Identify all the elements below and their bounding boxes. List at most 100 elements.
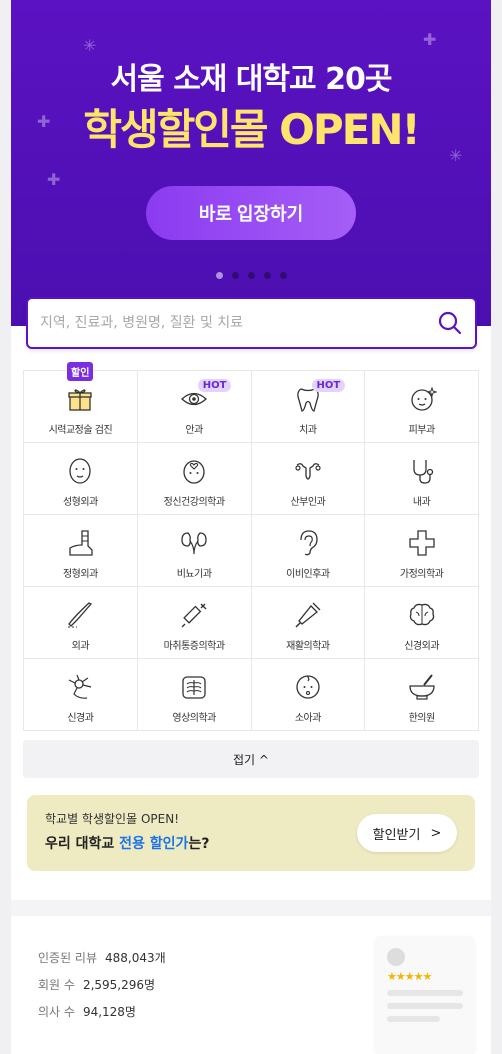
carousel-dot[interactable]	[279, 272, 287, 279]
xray-icon	[182, 676, 206, 699]
collapse-button[interactable]: 접기 ^	[23, 740, 479, 778]
uterus-icon	[295, 463, 321, 480]
category-orthopedics[interactable]: 정형외과	[24, 515, 138, 587]
search-icon[interactable]	[437, 310, 463, 336]
app-root: ✳ ✚ ✚ ✳ ✚ 서울 소재 대학교 20곳 학생할인몰 OPEN! 바로 입…	[11, 0, 491, 1054]
stats-list: 인증된 리뷰 488,043개 회원 수 2,595,296명 의사 수 94,128…	[38, 944, 166, 1025]
category-pediatrics[interactable]: 소아과	[251, 659, 366, 731]
ear-icon	[300, 530, 318, 556]
button-label: 할인받기	[372, 827, 421, 843]
category-anesthesiology[interactable]: 마취통증의학과	[137, 587, 252, 659]
category-label: 이비인후과	[286, 569, 330, 580]
brain-icon	[409, 603, 434, 626]
stat-value: 94,128명	[82, 1005, 136, 1019]
student-discount-promo[interactable]: 학교별 학생할인몰 OPEN! 우리 대학교 전용 할인가는? 할인받기 >	[27, 795, 475, 871]
face-icon	[69, 458, 92, 484]
stat-label: 의사 수	[38, 1005, 75, 1019]
category-neurosurgery[interactable]: 신경외과	[365, 587, 479, 659]
category-dermatology[interactable]: 피부과	[365, 371, 479, 443]
gift-icon	[68, 389, 93, 411]
category-urology[interactable]: 비뇨기과	[137, 515, 252, 587]
category-internal-medicine[interactable]: 내과	[365, 443, 479, 515]
stat-value: 488,043개	[105, 951, 166, 965]
category-label: 치과	[299, 425, 317, 436]
search-input[interactable]	[40, 315, 437, 331]
carousel-indicator	[11, 272, 491, 279]
section-divider	[11, 900, 491, 916]
review-card-illustration: ★★★★★	[375, 936, 475, 1054]
baby-icon	[296, 675, 320, 699]
promo-banner[interactable]: ✳ ✚ ✚ ✳ ✚ 서울 소재 대학교 20곳 학생할인몰 OPEN! 바로 입…	[11, 0, 491, 326]
carousel-dot[interactable]	[263, 272, 271, 279]
category-plastic-surgery[interactable]: 성형외과	[24, 443, 138, 515]
stat-label: 인증된 리뷰	[38, 951, 98, 965]
stat-label: 회원 수	[38, 978, 75, 992]
sparkle-icon: ✳	[83, 36, 97, 55]
category-neurology[interactable]: 신경과	[24, 659, 138, 731]
rating-stars: ★★★★★	[387, 970, 432, 983]
neuron-icon	[69, 674, 92, 699]
category-label: 한의원	[408, 713, 436, 724]
category-rehabilitation[interactable]: 재활의학과	[251, 587, 366, 659]
category-label: 영상의학과	[172, 713, 216, 724]
category-label: 정신건강의학과	[163, 497, 225, 508]
text-line	[387, 1016, 441, 1022]
category-ophthalmology[interactable]: HOT 안과	[137, 371, 252, 443]
cast-icon	[69, 530, 94, 556]
promo-text: 우리 대학교	[45, 836, 120, 852]
text-line	[387, 1003, 463, 1009]
text-line	[387, 990, 463, 996]
category-eye-exam[interactable]: 할인 시력교정술 검진	[24, 362, 138, 443]
category-label: 비뇨기과	[176, 569, 212, 580]
sale-badge: 할인	[67, 362, 94, 381]
category-surgery[interactable]: 외과	[24, 587, 138, 659]
avatar	[387, 948, 405, 966]
face-sparkle-icon	[410, 386, 437, 411]
carousel-dot[interactable]	[247, 272, 255, 279]
category-family-medicine[interactable]: 가정의학과	[365, 515, 479, 587]
carousel-dot[interactable]	[215, 272, 223, 279]
stat-members: 회원 수 2,595,296명	[38, 971, 166, 998]
category-dentistry[interactable]: HOT 치과	[251, 371, 366, 443]
kidney-icon	[181, 532, 207, 555]
category-label: 신경외과	[404, 641, 440, 652]
category-label: 성형외과	[62, 497, 98, 508]
stethoscope-icon	[412, 460, 433, 484]
carousel-dot[interactable]	[231, 272, 239, 279]
hot-badge: HOT	[197, 379, 232, 392]
category-label: 소아과	[294, 713, 322, 724]
category-label: 재활의학과	[286, 641, 330, 652]
chevron-right-icon: >	[430, 825, 442, 841]
get-discount-button[interactable]: 할인받기 >	[357, 814, 457, 852]
category-label: 정형외과	[62, 569, 98, 580]
mortar-icon	[408, 674, 435, 700]
cross-icon	[408, 530, 435, 556]
category-radiology[interactable]: 영상의학과	[137, 659, 252, 731]
sparkle-icon: ✚	[423, 30, 437, 49]
stat-reviews: 인증된 리뷰 488,043개	[38, 944, 166, 971]
banner-headline: 서울 소재 대학교 20곳	[110, 62, 393, 97]
stat-doctors: 의사 수 94,128명	[38, 998, 166, 1025]
category-oriental-medicine[interactable]: 한의원	[365, 659, 479, 731]
sparkle-icon: ✚	[47, 170, 61, 189]
enter-now-button[interactable]: 바로 입장하기	[146, 186, 356, 240]
category-label: 외과	[71, 641, 90, 652]
head-heart-icon	[183, 460, 205, 484]
category-label: 산부인과	[290, 497, 326, 508]
promo-highlight: 전용 할인가	[119, 836, 189, 852]
category-psychiatry[interactable]: 정신건강의학과	[137, 443, 252, 515]
hot-badge: HOT	[311, 379, 346, 392]
search-bar[interactable]	[26, 297, 477, 349]
promo-text: 는?	[188, 836, 210, 852]
category-label: 신경과	[67, 713, 94, 724]
category-label: 시력교정술 검진	[48, 425, 113, 436]
category-label: 피부과	[408, 425, 436, 436]
category-label: 마취통증의학과	[163, 641, 225, 652]
category-ent[interactable]: 이비인후과	[251, 515, 366, 587]
syringe-icon	[181, 603, 207, 628]
category-label: 가정의학과	[399, 569, 444, 580]
category-obgyn[interactable]: 산부인과	[251, 443, 366, 515]
stat-value: 2,595,296명	[82, 978, 156, 992]
scalpel-icon	[68, 602, 93, 628]
category-label: 내과	[412, 497, 431, 508]
